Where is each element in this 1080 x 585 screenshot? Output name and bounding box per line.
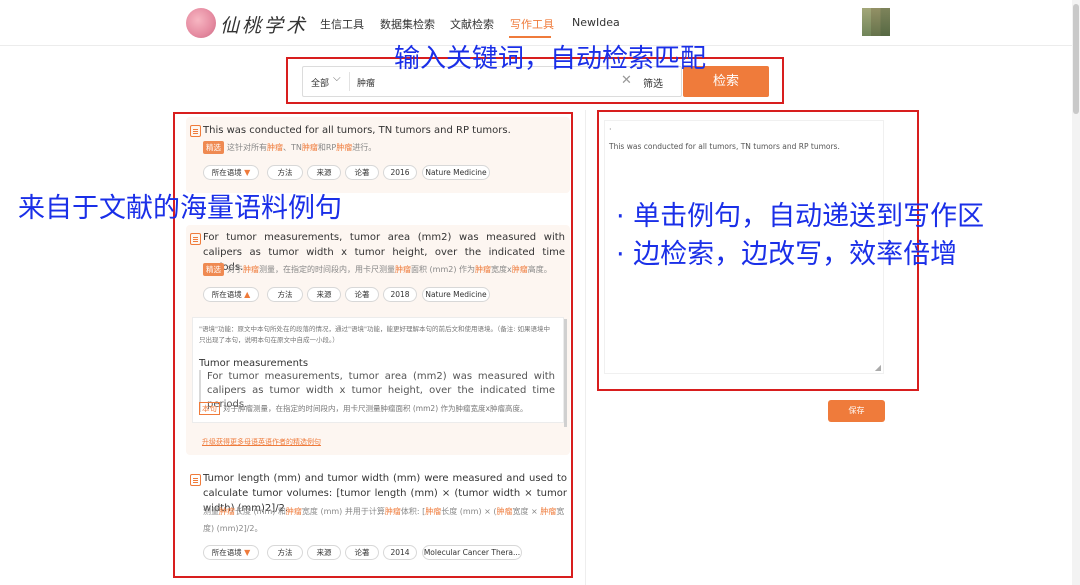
save-button[interactable]: 保存 — [828, 400, 885, 422]
logo-text[interactable]: 仙桃学术 — [220, 11, 308, 38]
page: 仙桃学术 生信工具 数据集检索 文献检索 写作工具 NewIdea 全部 ⌵ ✕… — [0, 0, 1080, 585]
nav-item-bioinfo-tools[interactable]: 生信工具 — [320, 16, 364, 32]
page-scrollbar[interactable] — [1072, 0, 1080, 585]
editor-annotation-2: · 边检索，边改写，效率倍增 — [616, 239, 958, 270]
nav-item-literature-search[interactable]: 文献检索 — [450, 16, 494, 32]
editor-annotation-1: · 单击例句，自动递送到写作区 — [616, 201, 985, 232]
search-annotation: 输入关键词，自动检索匹配 — [394, 44, 707, 74]
column-divider — [585, 110, 586, 585]
nav-item-newidea[interactable]: NewIdea — [572, 16, 620, 29]
avatar[interactable] — [862, 8, 890, 36]
nav-item-dataset-search[interactable]: 数据集检索 — [380, 16, 435, 32]
logo-icon[interactable] — [186, 8, 216, 38]
nav-item-writing-tools[interactable]: 写作工具 — [510, 16, 554, 32]
examples-highlight-box — [173, 112, 573, 578]
corpus-annotation: 来自于文献的海量语料例句 — [18, 193, 342, 224]
scrollbar-thumb[interactable] — [1073, 4, 1079, 114]
